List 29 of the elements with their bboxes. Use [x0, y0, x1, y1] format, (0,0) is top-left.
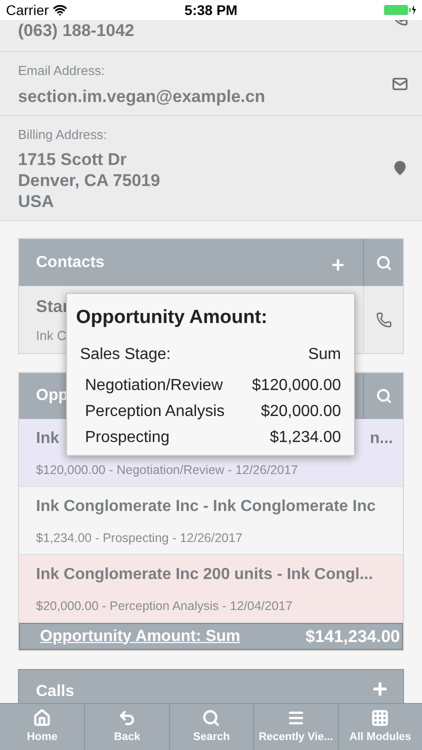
field-label: Billing Address:: [18, 126, 108, 144]
opportunity-title: n...: [370, 429, 393, 450]
summary-total: $141,234.00: [305, 626, 400, 648]
opportunity-title: Ink Conglomerate Inc - Ink Conglomerate Inc: [36, 497, 376, 518]
contact-subtitle: Ink C: [36, 326, 66, 344]
opportunity-subtitle: $20,000.00 - Perception Analysis - 12/04/2017: [36, 598, 294, 616]
opportunity-title: Ink Conglomerate Inc 200 units - Ink Congl...: [36, 565, 373, 586]
stage-name: Prospecting: [85, 428, 170, 448]
panel-title: Opp: [36, 386, 68, 406]
opportunity-subtitle: $1,234.00 - Prospecting - 12/26/2017: [36, 530, 244, 548]
field-value: 1715 Scott Dr Denver, CA 75019 USA: [18, 149, 160, 212]
column-header: Sales Stage:: [80, 344, 171, 364]
contact-name: Star: [36, 296, 70, 318]
stage-name: Negotiation/Review: [85, 376, 223, 396]
column-header: Sum: [308, 344, 341, 364]
stage-name: Perception Analysis: [85, 402, 225, 422]
field-value: (063) 188-1042: [18, 20, 134, 41]
stage-sum: $1,234.00: [270, 428, 341, 448]
stage-sum: $120,000.00: [252, 376, 341, 396]
field-label: Email Address:: [18, 62, 106, 80]
opportunity-title: Ink: [36, 429, 60, 450]
carrier-label: Carrier: [6, 0, 49, 20]
field-value: section.im.vegan@example.cn: [18, 86, 266, 106]
panel-title: Calls: [36, 682, 74, 702]
clock-time: 5:38 PM: [184, 0, 238, 20]
popup-title: Opportunity Amount:: [76, 306, 268, 330]
opportunity-subtitle: $120,000.00 - Negotiation/Review - 12/26/2017: [36, 462, 299, 480]
stage-sum: $20,000.00: [260, 402, 341, 422]
panel-title: Contacts: [36, 252, 104, 272]
